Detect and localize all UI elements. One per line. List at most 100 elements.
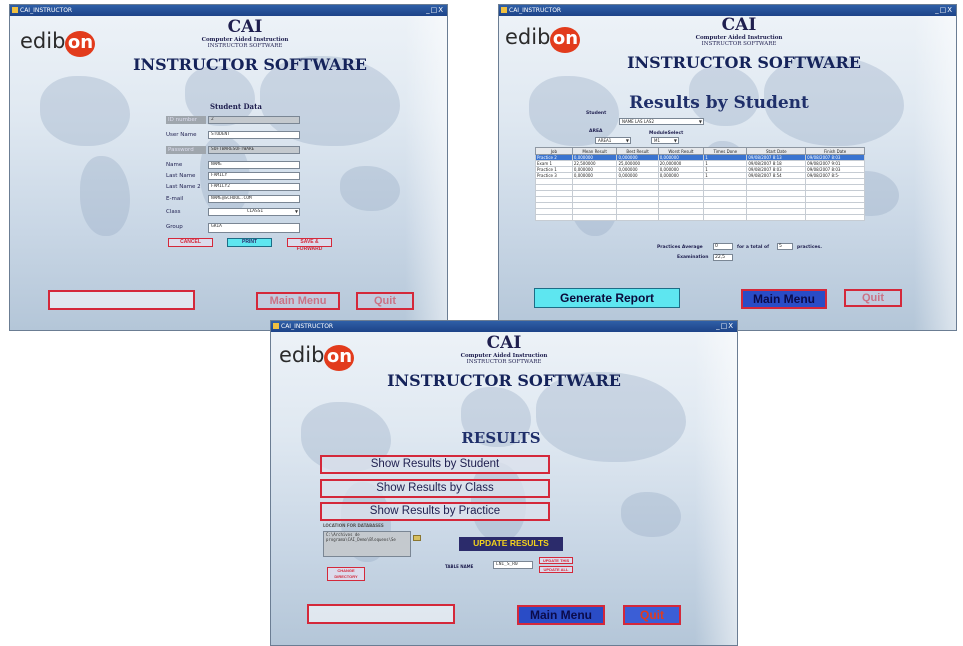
column-header[interactable]: Times Done	[703, 147, 748, 155]
quit-button[interactable]: Quit	[844, 289, 902, 307]
column-header[interactable]: Best Result	[616, 147, 659, 155]
field-label: User Name	[166, 132, 197, 138]
table-name-field[interactable]: LN1_S_R0	[493, 561, 533, 569]
cai-subtitle: Computer Aided Instruction INSTRUCTOR SO…	[175, 37, 315, 49]
field-input[interactable]: FAMILY	[208, 172, 300, 180]
column-header[interactable]: Finish Date	[805, 147, 865, 155]
show-results-by-class-button[interactable]: Show Results by Class	[320, 479, 550, 498]
field-input[interactable]: FAMILY2	[208, 183, 300, 191]
field-input[interactable]: GR1A	[208, 223, 300, 233]
student-data-window: CAI_INSTRUCTOR _□X edib on CAI Computer A…	[9, 4, 448, 331]
practices-average-label: Practices Average	[657, 245, 703, 250]
field-value: FAMILY	[211, 173, 228, 178]
chevron-down-icon: ▼	[625, 138, 629, 143]
quit-button[interactable]: Quit	[623, 605, 681, 625]
status-field	[307, 604, 455, 624]
show-results-by-practice-button[interactable]: Show Results by Practice	[320, 502, 550, 521]
results-by-student-title: Results by Student	[629, 93, 809, 113]
edibon-logo: edib on	[279, 343, 355, 371]
right-gradient-strip	[914, 16, 956, 330]
print-button[interactable]: PRINT	[227, 238, 272, 247]
table-cell	[535, 214, 573, 221]
subtitle-line-2: INSTRUCTOR SOFTWARE	[701, 41, 777, 48]
column-header[interactable]: Mean Result	[571, 147, 618, 155]
instructor-software-heading: INSTRUCTOR SOFTWARE	[133, 55, 367, 74]
module-select[interactable]: M1 ▼	[651, 137, 679, 144]
module-select-value: M1	[654, 138, 660, 143]
field-input[interactable]: NAME	[208, 161, 300, 169]
cai-subtitle: Computer Aided Instruction INSTRUCTOR SO…	[669, 35, 809, 47]
main-menu-button[interactable]: Main Menu	[256, 292, 340, 310]
edibon-logo: edib on	[20, 29, 96, 57]
table-cell	[805, 214, 865, 221]
window-titlebar[interactable]: CAI_INSTRUCTOR _□X	[10, 5, 447, 16]
chevron-down-icon: ▼	[673, 138, 677, 143]
field-value: SOFTWARESOFTWARE	[211, 147, 255, 152]
practices-average-value: 0	[713, 243, 733, 250]
logo-circle: on	[550, 27, 581, 53]
field-input: 2	[208, 116, 300, 124]
update-results-button[interactable]: UPDATE RESULTS	[459, 537, 563, 551]
table-name-label: TABLE NAME	[445, 564, 474, 569]
window-title: CAI_INSTRUCTOR	[509, 7, 562, 14]
save-forward-button[interactable]: SAVE & FORWARD	[287, 238, 332, 252]
field-input: SOFTWARESOFTWARE	[208, 146, 300, 154]
field-label: Group	[166, 224, 183, 230]
logo-text: edib on	[20, 29, 96, 57]
field-input[interactable]: NAME@SCHOOL.COM	[208, 195, 300, 203]
table-cell	[703, 214, 748, 221]
window-titlebar[interactable]: CAI_INSTRUCTOR _□X	[271, 321, 737, 332]
column-header[interactable]: Start Date	[746, 147, 807, 155]
show-results-by-student-button[interactable]: Show Results by Student	[320, 455, 550, 474]
change-directory-button[interactable]: CHANGE DIRECTORY	[327, 567, 365, 581]
field-input[interactable]: STUDENT	[208, 131, 300, 139]
database-location-field[interactable]: C:\Archivos de programa\CAI_Demo\Bloqueo…	[323, 531, 411, 557]
logo-circle: on	[324, 345, 355, 371]
field-label: ID number	[166, 116, 206, 124]
main-menu-button[interactable]: Main Menu	[517, 605, 605, 625]
update-all-button[interactable]: UPDATE ALL	[539, 566, 573, 573]
cai-title: CAI	[227, 17, 263, 37]
student-select-value: NAME LAS LAS2	[622, 119, 654, 124]
total-value: 5	[777, 243, 793, 250]
examination-value: 22,5	[713, 254, 733, 261]
field-value: FAMILY2	[211, 184, 230, 189]
table-row[interactable]	[535, 214, 865, 221]
field-label: Password	[166, 146, 206, 154]
app-icon	[501, 7, 507, 13]
folder-icon[interactable]	[413, 535, 421, 541]
field-value: 2	[211, 117, 214, 122]
window-controls[interactable]: _□X	[426, 5, 444, 16]
cancel-button[interactable]: CANCEL	[168, 238, 213, 247]
student-select[interactable]: NAME LAS LAS2 ▼	[619, 118, 704, 125]
field-value: CLASS1	[246, 209, 264, 214]
student-label: Student	[586, 111, 607, 116]
module-label: ModuleSelect	[649, 131, 684, 136]
update-this-button[interactable]: UPDATE THIS	[539, 557, 573, 564]
table-header-row: Job Mean Result Best Result Worst Result Tim…	[535, 147, 865, 155]
field-input[interactable]: CLASS1 ▼	[208, 208, 300, 216]
app-icon	[273, 323, 279, 329]
quit-button[interactable]: Quit	[356, 292, 414, 310]
field-value: STUDENT	[211, 132, 230, 137]
app-icon	[12, 7, 18, 13]
field-value: NAME	[211, 162, 222, 167]
area-select[interactable]: AREA1 ▼	[595, 137, 631, 144]
window-title: CAI_INSTRUCTOR	[281, 323, 334, 330]
window-controls[interactable]: _□X	[716, 321, 734, 332]
table-cell	[571, 214, 618, 221]
column-header[interactable]: Worst Result	[657, 147, 705, 155]
field-label: Last Name 2	[166, 184, 201, 190]
results-table[interactable]: Job Mean Result Best Result Worst Result Tim…	[535, 147, 865, 221]
table-cell	[746, 214, 807, 221]
examination-label: Examination	[677, 255, 709, 260]
logo-circle: on	[65, 31, 96, 57]
field-value: GR1A	[211, 224, 222, 229]
field-value: NAME@SCHOOL.COM	[211, 196, 252, 201]
window-controls[interactable]: _□X	[935, 5, 953, 16]
column-header[interactable]: Job	[535, 147, 573, 155]
main-menu-button[interactable]: Main Menu	[741, 289, 827, 309]
practices-label: practices.	[797, 245, 822, 250]
chevron-down-icon: ▼	[294, 209, 298, 215]
generate-report-button[interactable]: Generate Report	[534, 288, 680, 308]
